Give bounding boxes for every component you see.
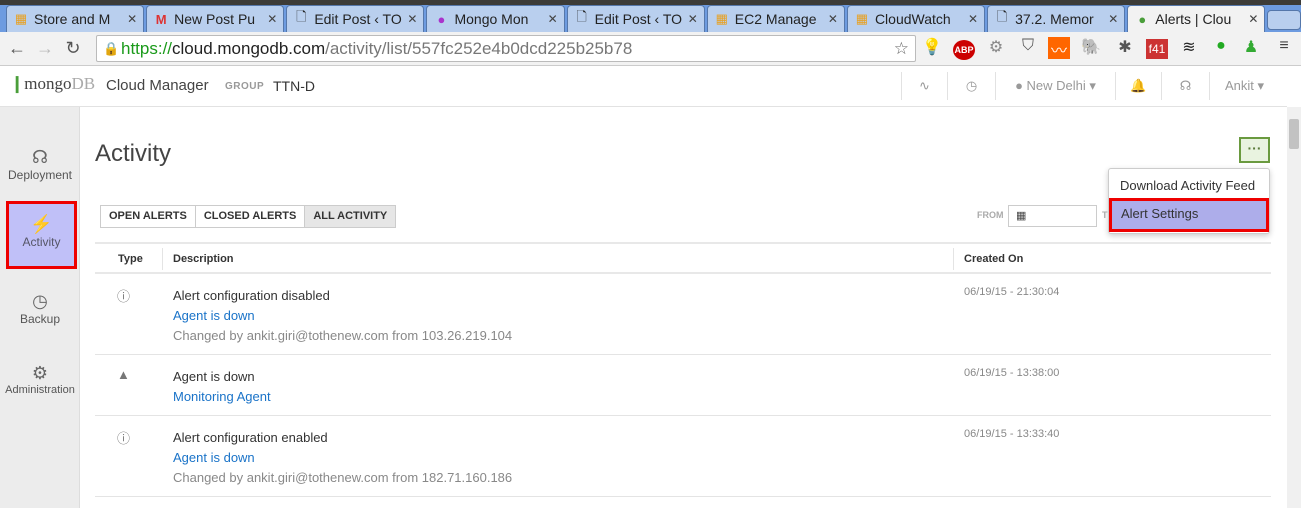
filter-open-alerts[interactable]: OPEN ALERTS: [101, 206, 196, 227]
calendar-icon: ▦: [1016, 210, 1027, 222]
forward-icon[interactable]: →: [31, 38, 59, 59]
close-tab-icon[interactable]: ✕: [1108, 12, 1118, 26]
analytics-icon[interactable]: 〰: [1048, 37, 1070, 60]
location-dropdown[interactable]: ● New Delhi ▾: [995, 72, 1115, 100]
page-icon: 🗋: [996, 9, 1008, 24]
browser-tab[interactable]: 🗋 37.2. Memor ✕: [987, 5, 1126, 32]
globe-icon: ●: [1015, 78, 1027, 93]
sidebar-item-deployment[interactable]: ☊ Deployment: [0, 137, 80, 205]
scrollbar-thumb[interactable]: [1289, 119, 1299, 149]
new-tab-button[interactable]: [1267, 10, 1301, 30]
warning-icon: ▲: [117, 367, 130, 382]
more-options-button[interactable]: ···: [1239, 137, 1270, 163]
info-icon: ⓘ: [117, 431, 131, 446]
table-header: Type Description Created On: [95, 242, 1271, 274]
filter-closed-alerts[interactable]: CLOSED ALERTS: [195, 206, 306, 227]
column-type: Type: [118, 253, 143, 265]
reload-icon[interactable]: ↻: [59, 38, 87, 59]
options-menu: Download Activity Feed Alert Settings: [1108, 168, 1270, 234]
menu-item-download-activity-feed[interactable]: Download Activity Feed: [1109, 178, 1269, 193]
menu-icon[interactable]: ≡: [1273, 37, 1295, 55]
page-icon: 🗋: [296, 9, 307, 24]
browser-tab[interactable]: 🗋 Edit Post ‹ TO ✕: [566, 5, 705, 32]
group-label: GROUP: [225, 81, 265, 92]
address-bar[interactable]: 🔒 https://cloud.mongodb.com/activity/list…: [96, 35, 916, 62]
page-title: Activity: [95, 140, 172, 167]
whatsapp-icon[interactable]: ●: [1210, 37, 1232, 55]
column-created-on: Created On: [964, 253, 1024, 265]
leaf-icon: ●: [1138, 11, 1147, 27]
close-tab-icon[interactable]: ✕: [548, 12, 558, 26]
activity-table: Type Description Created On ⓘ Alert conf…: [95, 242, 1271, 497]
product-name: Cloud Manager: [106, 77, 209, 94]
box-icon: ▦: [14, 11, 28, 26]
close-tab-icon[interactable]: ✕: [688, 12, 698, 26]
gear-icon: ⚙: [31, 363, 49, 383]
alert-link[interactable]: Monitoring Agent: [173, 387, 271, 407]
history-icon: ◷: [32, 291, 48, 311]
activity-filter-group: OPEN ALERTS CLOSED ALERTS ALL ACTIVITY: [100, 205, 397, 228]
pocket-icon[interactable]: ⛉: [1017, 37, 1039, 55]
from-date-input[interactable]: ▦: [1008, 205, 1097, 227]
close-tab-icon[interactable]: ✕: [1248, 12, 1258, 26]
browser-tab-bar: ▦ Store and M ✕ M New Post Pu ✕ 🗋 Edit Post ‹…: [0, 5, 1301, 32]
mongo-monitor-icon: ●: [437, 11, 446, 27]
browser-tab-active[interactable]: ● Alerts | Clou ✕: [1127, 5, 1266, 32]
close-tab-icon[interactable]: ✕: [828, 12, 838, 26]
gmail-icon: M: [155, 11, 167, 27]
close-tab-icon[interactable]: ✕: [267, 12, 277, 26]
evernote-icon[interactable]: 🐘: [1080, 37, 1102, 57]
browser-tab[interactable]: ▦ CloudWatch ✕: [846, 5, 986, 32]
browser-toolbar: ← → ↻ 🔒 https://cloud.mongodb.com/activit…: [0, 32, 1301, 66]
to-label: T: [1102, 210, 1108, 220]
bulb-icon[interactable]: 💡: [921, 37, 943, 57]
people-icon[interactable]: ♟: [1240, 37, 1262, 57]
table-row: ⓘ Alert configuration enabled Agent is do…: [95, 416, 1271, 497]
f41-icon[interactable]: f41: [1146, 39, 1168, 59]
browser-tab[interactable]: 🗋 Edit Post ‹ TO ✕: [286, 5, 425, 32]
table-row: ⓘ Alert configuration disabled Agent is d…: [95, 274, 1271, 355]
table-row: ▲ Agent is down Monitoring Agent 06/19/15…: [95, 355, 1271, 416]
support-icon[interactable]: ☊: [1161, 72, 1209, 100]
lightning-icon: ⚡: [30, 214, 53, 234]
box-icon: ▦: [715, 11, 728, 26]
scrollbar[interactable]: [1287, 107, 1301, 508]
bookmark-star-icon[interactable]: ☆: [894, 36, 909, 61]
page-icon: 🗋: [576, 9, 587, 24]
deployment-icon: ☊: [32, 147, 48, 167]
sidebar-item-backup[interactable]: ◷ Backup: [0, 281, 80, 349]
browser-tab[interactable]: ▦ EC2 Manage ✕: [706, 5, 845, 32]
close-tab-icon[interactable]: ✕: [968, 12, 978, 26]
menu-item-alert-settings[interactable]: Alert Settings: [1109, 198, 1269, 232]
buffer-icon[interactable]: ≋: [1178, 37, 1200, 57]
adblock-icon[interactable]: ABP: [953, 40, 975, 60]
column-description: Description: [173, 253, 234, 265]
chart-icon[interactable]: ∿: [901, 72, 947, 100]
bell-icon[interactable]: 🔔: [1115, 72, 1161, 100]
user-menu[interactable]: Ankit ▾: [1209, 72, 1279, 100]
sidebar: ☊ Deployment ⚡ Activity ◷ Backup ⚙ Administr…: [0, 107, 80, 508]
browser-tab[interactable]: ▦ Store and M ✕: [6, 5, 145, 32]
group-selector[interactable]: TTN-D: [273, 78, 315, 94]
browser-tab[interactable]: ● Mongo Mon ✕: [426, 5, 565, 32]
bug-icon[interactable]: ✱: [1114, 37, 1136, 57]
from-label: FROM: [977, 210, 1004, 220]
sidebar-item-activity[interactable]: ⚡ Activity: [6, 201, 77, 269]
leaf-icon: ❙: [10, 74, 25, 93]
browser-tab[interactable]: M New Post Pu ✕: [146, 5, 285, 32]
filter-all-activity[interactable]: ALL ACTIVITY: [305, 206, 396, 227]
sidebar-item-administration[interactable]: ⚙ Administration: [0, 353, 80, 421]
film-icon[interactable]: ⚙: [985, 37, 1007, 57]
app-header: ❙mongoDB Cloud Manager GROUP TTN-D ∿ ◷ ●…: [0, 66, 1287, 107]
info-icon: ⓘ: [117, 289, 131, 304]
alert-link[interactable]: Agent is down: [173, 448, 512, 468]
close-tab-icon[interactable]: ✕: [127, 12, 137, 26]
mongodb-logo[interactable]: ❙mongoDB: [10, 74, 95, 94]
box-icon: ▦: [855, 11, 869, 26]
back-icon[interactable]: ←: [3, 38, 31, 59]
alert-link[interactable]: Agent is down: [173, 306, 512, 326]
history-icon[interactable]: ◷: [947, 72, 995, 100]
close-tab-icon[interactable]: ✕: [407, 12, 417, 26]
lock-icon: 🔒: [103, 41, 120, 56]
